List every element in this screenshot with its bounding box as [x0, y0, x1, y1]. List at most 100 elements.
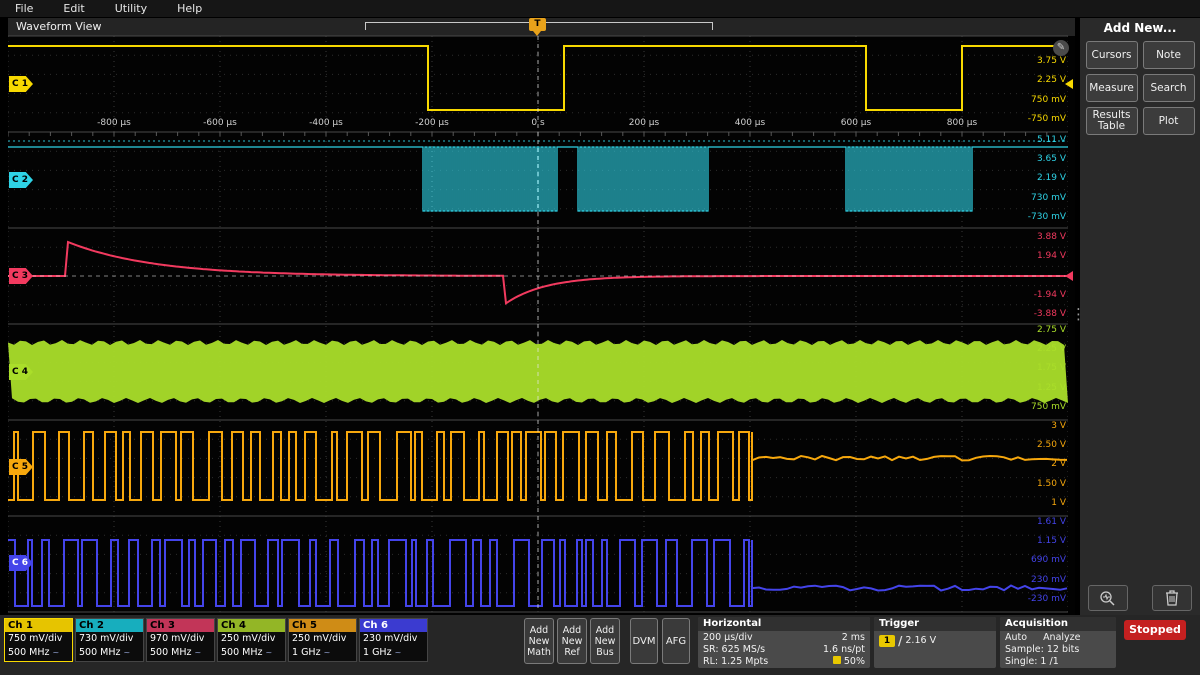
channel-scale: 250 mV/div — [218, 632, 285, 646]
trigger-slope-icon: / — [898, 635, 902, 647]
time-axis-label: 800 µs — [934, 118, 990, 128]
scale-label-ch2: 5.11 V — [1037, 135, 1066, 145]
acquisition-status-badge: Stopped — [1124, 620, 1186, 640]
scale-label-ch4: 1.25 V — [1037, 383, 1066, 393]
channel-scale: 730 mV/div — [76, 632, 143, 646]
add-new-math-button[interactable]: Add New Math — [524, 618, 554, 664]
settings-bar: Ch 1750 mV/div500 MHz ~Ch 2730 mV/div500… — [0, 615, 1200, 675]
scale-label-ch4: 2.25 V — [1037, 344, 1066, 354]
dvm-button[interactable]: DVM — [630, 618, 658, 664]
channel-bandwidth: 500 MHz ~ — [5, 646, 72, 660]
scale-label-ch5: 2 V — [1051, 459, 1066, 469]
channel-bandwidth: 500 MHz ~ — [76, 646, 143, 660]
horizontal-panel[interactable]: Horizontal 200 µs/div 2 ms SR: 625 MS/s … — [698, 617, 870, 668]
channel-badge-6[interactable]: Ch 6230 mV/div1 GHz ~ — [359, 618, 428, 662]
channel-name: Ch 5 — [289, 619, 356, 632]
add-new-cursors-button[interactable]: Cursors — [1086, 41, 1138, 69]
acquisition-panel[interactable]: Acquisition Auto Analyze Sample: 12 bits… — [1000, 617, 1116, 668]
bandwidth-limit-icon: ~ — [53, 648, 60, 657]
channel-scale: 230 mV/div — [360, 632, 427, 646]
scale-label-ch2: 3.65 V — [1037, 154, 1066, 164]
scale-label-ch4: 750 mV — [1031, 402, 1066, 412]
scale-label-ch1: 750 mV — [1031, 95, 1066, 105]
waveform-display[interactable] — [8, 18, 1068, 614]
scale-label-ch5: 3 V — [1051, 421, 1066, 431]
scale-label-ch4: 2.75 V — [1037, 325, 1066, 335]
acquisition-single: Single: 1 /1 — [1005, 656, 1059, 668]
edit-icon[interactable]: ✎ — [1053, 40, 1069, 56]
add-new-note-button[interactable]: Note — [1143, 41, 1195, 69]
zoom-search-button[interactable] — [1088, 585, 1128, 611]
add-new-results-table-button[interactable]: Results Table — [1086, 107, 1138, 135]
horizontal-sample-rate: SR: 625 MS/s — [703, 644, 765, 656]
menu-help[interactable]: Help — [162, 0, 217, 17]
scale-label-ch5: 1 V — [1051, 498, 1066, 508]
menu-file[interactable]: File — [0, 0, 48, 17]
delete-button[interactable] — [1152, 585, 1192, 611]
channel-badge-1[interactable]: Ch 1750 mV/div500 MHz ~ — [4, 618, 73, 662]
channel-bandwidth: 1 GHz ~ — [289, 646, 356, 660]
channel-badge-4[interactable]: Ch 4250 mV/div500 MHz ~ — [217, 618, 286, 662]
channel-scale: 750 mV/div — [5, 632, 72, 646]
results-bar: Add New... CursorsNoteMeasureSearchResul… — [1080, 18, 1200, 615]
add-new-ref-button[interactable]: Add New Ref — [557, 618, 587, 664]
time-axis-label: -800 µs — [86, 118, 142, 128]
scale-label-ch6: 690 mV — [1031, 555, 1066, 565]
scale-label-ch3: -3.88 V — [1034, 309, 1066, 319]
channel-badge-2[interactable]: Ch 2730 mV/div500 MHz ~ — [75, 618, 144, 662]
horizontal-scale: 200 µs/div — [703, 632, 753, 644]
bandwidth-limit-icon: ~ — [124, 648, 131, 657]
scale-label-ch3: -1.94 V — [1034, 290, 1066, 300]
time-axis-label: 600 µs — [828, 118, 884, 128]
horizontal-per-point: 1.6 ns/pt — [823, 644, 865, 656]
scale-label-ch3: 3.88 V — [1037, 232, 1066, 242]
trigger-position-marker[interactable]: T — [529, 18, 546, 31]
channel-name: Ch 4 — [218, 619, 285, 632]
channel-name: Ch 2 — [76, 619, 143, 632]
channel-badge-5[interactable]: Ch 5250 mV/div1 GHz ~ — [288, 618, 357, 662]
menu-edit[interactable]: Edit — [48, 0, 99, 17]
channel-bandwidth: 1 GHz ~ — [360, 646, 427, 660]
ch3-zero-arrow-icon[interactable] — [1065, 271, 1073, 281]
horizontal-record-length: RL: 1.25 Mpts — [703, 656, 768, 668]
afg-button[interactable]: AFG — [662, 618, 690, 664]
acquisition-mode: Auto — [1005, 632, 1027, 644]
trigger-level: 2.16 V — [905, 635, 936, 647]
horizontal-position-icon — [833, 656, 841, 664]
scale-label-ch5: 1.50 V — [1037, 479, 1066, 489]
acquisition-sample: Sample: 12 bits — [1005, 644, 1079, 656]
horizontal-title: Horizontal — [698, 617, 870, 631]
channel-name: Ch 6 — [360, 619, 427, 632]
menu-utility[interactable]: Utility — [100, 0, 162, 17]
channel-scale: 250 mV/div — [289, 632, 356, 646]
scale-label-ch2: 730 mV — [1031, 193, 1066, 203]
trigger-source-badge: 1 — [879, 635, 895, 647]
trigger-position-arrow-icon — [533, 31, 541, 36]
scale-label-ch6: 230 mV — [1031, 575, 1066, 585]
time-axis-label: -600 µs — [192, 118, 248, 128]
add-new-bus-button[interactable]: Add New Bus — [590, 618, 620, 664]
trigger-panel[interactable]: Trigger 1 / 2.16 V — [874, 617, 996, 668]
acquisition-analyze: Analyze — [1043, 632, 1080, 644]
add-new-buttons: CursorsNoteMeasureSearchResults TablePlo… — [1080, 35, 1200, 135]
acquisition-title: Acquisition — [1000, 617, 1116, 631]
channel-badge-3[interactable]: Ch 3970 mV/div500 MHz ~ — [146, 618, 215, 662]
bandwidth-limit-icon: ~ — [395, 648, 402, 657]
scale-label-ch1: 3.75 V — [1037, 56, 1066, 66]
time-axis-label: -400 µs — [298, 118, 354, 128]
time-axis-label: 0 s — [510, 118, 566, 128]
panel-resize-handle[interactable]: ⋮ — [1071, 305, 1086, 323]
channel-bandwidth: 500 MHz ~ — [218, 646, 285, 660]
trigger-level-arrow-icon[interactable] — [1065, 79, 1073, 89]
scale-label-ch1: 2.25 V — [1037, 75, 1066, 85]
scale-label-ch6: 1.15 V — [1037, 536, 1066, 546]
bandwidth-limit-icon: ~ — [266, 648, 273, 657]
add-new-measure-button[interactable]: Measure — [1086, 74, 1138, 102]
magnifier-icon — [1098, 590, 1118, 606]
time-axis-label: -200 µs — [404, 118, 460, 128]
scale-label-ch2: 2.19 V — [1037, 173, 1066, 183]
menu-bar: FileEditUtilityHelp — [0, 0, 1200, 17]
add-new-search-button[interactable]: Search — [1143, 74, 1195, 102]
add-new-plot-button[interactable]: Plot — [1143, 107, 1195, 135]
add-new-title: Add New... — [1080, 18, 1200, 35]
